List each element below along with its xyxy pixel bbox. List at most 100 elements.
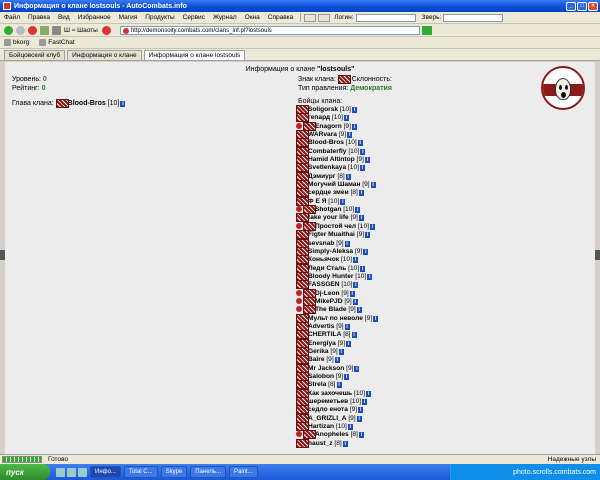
close-icon[interactable]: ×	[588, 1, 598, 11]
menu-magic[interactable]: Магия	[115, 14, 142, 21]
info-icon[interactable]: i	[358, 190, 364, 197]
member-name[interactable]: haust_z	[308, 440, 333, 447]
info-icon[interactable]: i	[358, 215, 364, 222]
member-name[interactable]: гепард	[308, 114, 330, 121]
info-icon[interactable]: i	[347, 424, 353, 431]
info-icon[interactable]: i	[367, 273, 373, 280]
home-icon[interactable]	[40, 25, 49, 35]
member-name[interactable]: Bloody Hunter	[308, 273, 353, 280]
task-button[interactable]: Total C...	[123, 466, 158, 478]
member-name[interactable]: Salobon	[308, 373, 334, 380]
stop-icon[interactable]	[28, 25, 37, 35]
member-name[interactable]: Advertis	[308, 323, 334, 330]
info-icon[interactable]: i	[356, 415, 362, 422]
info-icon[interactable]: i	[363, 248, 369, 255]
head-name[interactable]: Blood-Bros	[68, 100, 106, 107]
info-icon[interactable]: i	[355, 207, 361, 214]
info-icon[interactable]: i	[373, 315, 379, 322]
login-input[interactable]	[355, 13, 416, 22]
member-name[interactable]: sevsnab	[308, 240, 334, 247]
info-icon[interactable]: i	[340, 198, 346, 205]
info-icon[interactable]: i	[346, 340, 352, 347]
member-name[interactable]: Дэмиург	[308, 173, 336, 180]
info-icon[interactable]: i	[353, 282, 359, 289]
member-name[interactable]: Soligorsk	[308, 106, 338, 113]
task-button[interactable]: Paint...	[229, 466, 258, 478]
quicklaunch-icon[interactable]	[67, 467, 76, 477]
member-name[interactable]: Figter Muaithai	[308, 231, 355, 238]
member-name[interactable]: Svetlenkaya	[308, 164, 346, 171]
info-icon[interactable]: i	[370, 182, 376, 189]
info-icon[interactable]: i	[358, 407, 364, 414]
minimize-icon[interactable]: _	[566, 1, 576, 11]
info-icon[interactable]: i	[369, 223, 375, 230]
info-icon[interactable]: i	[352, 298, 358, 305]
info-icon[interactable]: i	[351, 107, 357, 113]
info-icon[interactable]: i	[344, 323, 350, 330]
info-icon[interactable]: i	[351, 123, 357, 130]
info-icon[interactable]: i	[351, 332, 357, 339]
info-icon[interactable]: i	[120, 101, 126, 107]
back-icon[interactable]	[4, 25, 13, 35]
member-name[interactable]: Anopheles	[315, 431, 349, 438]
info-icon[interactable]: i	[354, 365, 360, 372]
member-name[interactable]: Mr Jackson	[308, 365, 344, 372]
member-name[interactable]: Hartizan	[308, 423, 334, 430]
tools-icon[interactable]	[52, 25, 61, 35]
task-button[interactable]: Skype	[160, 466, 188, 478]
start-button[interactable]: пуск	[0, 464, 50, 480]
info-icon[interactable]: i	[362, 399, 368, 406]
member-name[interactable]: MikePJD	[315, 298, 343, 305]
info-icon[interactable]: i	[349, 290, 355, 297]
info-icon[interactable]: i	[347, 132, 353, 139]
menu-journal[interactable]: Журнал	[209, 14, 241, 21]
menu-view[interactable]: Вид	[54, 14, 74, 21]
member-name[interactable]: CHERTILA	[308, 331, 341, 338]
menu-edit[interactable]: Правка	[24, 14, 54, 21]
member-name[interactable]: Могучий Шаман	[308, 181, 360, 188]
info-icon[interactable]: i	[344, 240, 350, 247]
member-name[interactable]: Ф Е Я	[308, 198, 326, 205]
member-name[interactable]: Hamid Altintop	[308, 156, 355, 163]
quicklaunch-icon[interactable]	[78, 467, 87, 477]
info-icon[interactable]: i	[360, 265, 366, 272]
quicklaunch-icon[interactable]	[56, 467, 65, 477]
info-icon[interactable]: i	[360, 148, 366, 155]
info-icon[interactable]: i	[364, 157, 370, 164]
member-name[interactable]: A_GRIZLI_A	[308, 415, 346, 422]
lock-icon[interactable]	[304, 13, 317, 22]
link-bkorg[interactable]: bkorg	[4, 39, 29, 46]
member-name[interactable]: Simply-Aleksa	[308, 248, 353, 255]
member-name[interactable]: Shotgan	[315, 206, 341, 213]
task-button[interactable]: Инфо...	[90, 466, 121, 478]
tab-clan-info-lostsouls[interactable]: Информация о клане lostsouls	[143, 50, 246, 60]
info-icon[interactable]: i	[334, 357, 340, 364]
info-icon[interactable]: i	[344, 374, 350, 380]
right-panel-toggle[interactable]	[595, 250, 600, 260]
member-name[interactable]: Простой чел	[315, 223, 356, 230]
info-icon[interactable]: i	[357, 140, 363, 147]
member-name[interactable]: FASSGEN	[308, 281, 340, 288]
go-icon[interactable]	[421, 25, 432, 35]
info-icon[interactable]: i	[338, 348, 344, 355]
member-name[interactable]: Blood-Bros	[308, 139, 344, 146]
refresh-icon[interactable]	[101, 25, 111, 35]
member-name[interactable]: Strela	[308, 381, 326, 388]
beast-select[interactable]	[443, 13, 504, 22]
member-name[interactable]: Gerika	[308, 348, 329, 355]
member-name[interactable]: Baire	[308, 356, 325, 363]
info-icon[interactable]: i	[345, 173, 351, 180]
member-name[interactable]: Energiya	[308, 340, 336, 347]
info-icon[interactable]: i	[342, 440, 348, 447]
member-name[interactable]: Как захочешь	[308, 390, 352, 397]
menu-file[interactable]: Файл	[0, 14, 24, 21]
coin-icon[interactable]	[318, 13, 331, 22]
menu-help[interactable]: Справка	[264, 14, 298, 21]
member-name[interactable]: Combaterfly	[308, 148, 346, 155]
menu-windows[interactable]: Окна	[241, 14, 264, 21]
tab-fight-club[interactable]: Бойцовский клуб	[4, 50, 66, 60]
info-icon[interactable]: i	[358, 432, 364, 439]
member-name[interactable]: WARvara	[308, 131, 337, 138]
member-name[interactable]: The Blade	[315, 306, 347, 313]
info-icon[interactable]: i	[343, 115, 349, 122]
